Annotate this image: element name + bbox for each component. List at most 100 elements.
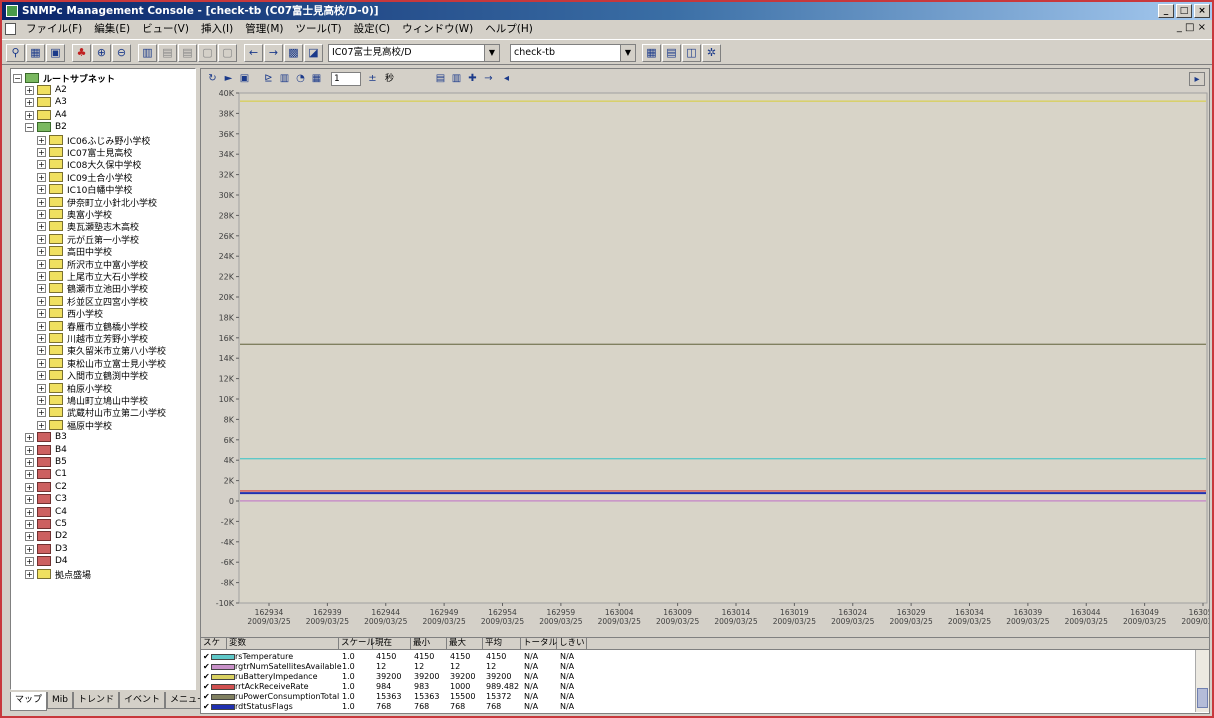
expand-icon[interactable]: + xyxy=(25,469,34,479)
tree-item[interactable]: + 西小学校 xyxy=(37,307,103,320)
column-header[interactable]: 変数 xyxy=(227,638,339,650)
expand-icon[interactable]: + xyxy=(25,97,34,107)
table-row[interactable]: ✔ ruBatteryImpedance 1.0 39200 39200 39200 392… xyxy=(201,672,1191,682)
map2-icon[interactable]: ◪ xyxy=(304,44,323,62)
row-checkbox[interactable]: ✔ xyxy=(203,682,210,692)
tree-item[interactable]: + 柏原小学校 xyxy=(37,382,112,395)
device-select[interactable]: IC07富士見高校/D ▼ xyxy=(328,44,500,62)
tree-item[interactable]: + D3 xyxy=(25,543,68,555)
expand-icon[interactable]: + xyxy=(37,246,46,256)
column-header[interactable]: しきい xyxy=(557,638,587,650)
tab-mib[interactable]: Mib xyxy=(47,692,73,709)
column-header[interactable]: 最小 xyxy=(411,638,447,650)
tree-item[interactable]: + B3 xyxy=(25,431,67,443)
play-icon[interactable]: ► xyxy=(221,72,236,86)
close-button[interactable]: × xyxy=(1194,4,1210,18)
tree-item[interactable]: + 杉並区立四宮小学校 xyxy=(37,295,148,308)
tree-item[interactable]: + IC09土合小学校 xyxy=(37,171,132,184)
expand-icon[interactable]: + xyxy=(37,234,46,244)
tree-item[interactable]: + 東松山市立富士見小学校 xyxy=(37,357,166,370)
tree-item[interactable]: + B4 xyxy=(25,444,67,456)
table-row[interactable]: ✔ ruPowerConsumptionTotal 1.0 15363 15363 155… xyxy=(201,692,1191,702)
column-header[interactable]: 平均 xyxy=(483,638,521,650)
save-icon[interactable]: ▣ xyxy=(237,72,252,86)
tree-item[interactable]: + IC10白幡中学校 xyxy=(37,183,132,196)
tab-trend[interactable]: トレンド xyxy=(73,692,120,709)
expand-icon[interactable]: + xyxy=(25,445,34,455)
interval-input[interactable]: 1 xyxy=(331,72,361,86)
expand-icon[interactable]: + xyxy=(37,184,46,194)
tree-item[interactable]: + C4 xyxy=(25,506,67,518)
table-row[interactable]: ✔ rdtStatusFlags 1.0 768 768 768 768 N/A N/A xyxy=(201,702,1191,712)
tab-event[interactable]: イベント xyxy=(119,692,166,709)
column-header[interactable]: スケール xyxy=(339,638,375,650)
expand-icon[interactable]: + xyxy=(37,345,46,355)
expand-icon[interactable]: + xyxy=(25,482,34,492)
collapse-icon[interactable]: − xyxy=(13,73,22,83)
back-icon[interactable]: ← xyxy=(244,44,263,62)
expand-icon[interactable]: + xyxy=(37,209,46,219)
tree-item[interactable]: + B5 xyxy=(25,456,67,468)
expand-icon[interactable]: + xyxy=(37,159,46,169)
tree-item[interactable]: + 川越市立芳野小学校 xyxy=(37,332,148,345)
expand-icon[interactable]: + xyxy=(25,457,34,467)
expand-icon[interactable]: + xyxy=(25,544,34,554)
column-header[interactable]: 最大 xyxy=(447,638,483,650)
binoculars-icon[interactable]: ⚲ xyxy=(6,44,25,62)
tree-item[interactable]: + A3 xyxy=(25,96,67,108)
tree-item[interactable]: + 奥瓦瀬塾志木高校 xyxy=(37,220,139,233)
zoom-icon[interactable]: ⊕ xyxy=(92,44,111,62)
doc-icon[interactable]: ▤ xyxy=(158,44,177,62)
tree-item[interactable]: + D4 xyxy=(25,555,68,567)
expand-icon[interactable]: + xyxy=(37,147,46,157)
expand-icon[interactable]: + xyxy=(37,283,46,293)
expand-icon[interactable]: + xyxy=(37,221,46,231)
child-window-controls[interactable]: _ □ × xyxy=(1177,22,1206,33)
nav1-icon[interactable]: ▤ xyxy=(433,72,448,86)
column-header[interactable]: スケ xyxy=(201,638,227,650)
tree-item[interactable]: + 鶴瀬市立池田小学校 xyxy=(37,282,148,295)
tree-item[interactable]: + A4 xyxy=(25,109,67,121)
lock-icon[interactable]: ▣ xyxy=(46,44,65,62)
scroll-right-icon[interactable]: ▸ xyxy=(1189,72,1205,86)
tree-item[interactable]: + IC06ふじみ野小学校 xyxy=(37,134,150,147)
expand-icon[interactable]: + xyxy=(37,333,46,343)
grid-icon[interactable]: ▥ xyxy=(138,44,157,62)
map-tree-pane[interactable]: − ルートサブネット + A2 + A3 + A4 − B2 + IC06ふじみ野小学校 + IC07… xyxy=(10,68,196,690)
expand-icon[interactable]: + xyxy=(37,321,46,331)
row-checkbox[interactable]: ✔ xyxy=(203,692,210,702)
line-icon[interactable]: ⊵ xyxy=(261,72,276,86)
expand-icon[interactable]: + xyxy=(25,569,34,579)
tree-item[interactable]: + D2 xyxy=(25,530,68,542)
expand-icon[interactable]: + xyxy=(37,420,46,430)
expand-icon[interactable]: + xyxy=(37,172,46,182)
expand-icon[interactable]: + xyxy=(37,358,46,368)
pie-icon[interactable]: ◔ xyxy=(293,72,308,86)
alarm-icon[interactable]: ♣ xyxy=(72,44,91,62)
tree-item[interactable]: + 高田中学校 xyxy=(37,245,112,258)
menu-window[interactable]: ウィンドウ(W) xyxy=(396,20,479,38)
chevron-down-icon[interactable]: ▼ xyxy=(620,45,635,61)
table-icon[interactable]: ▦ xyxy=(309,72,324,86)
collapse-icon[interactable]: − xyxy=(25,122,34,132)
map-icon[interactable]: ▦ xyxy=(26,44,45,62)
refresh-icon[interactable]: ↻ xyxy=(205,72,220,86)
expand-icon[interactable]: + xyxy=(25,110,34,120)
table-row[interactable]: ✔ rgtrNumSatellitesAvailable 1.0 12 12 12 12 N/… xyxy=(201,662,1191,672)
tree-item[interactable]: + 入間市立鶴渕中学校 xyxy=(37,369,148,382)
expand-icon[interactable]: + xyxy=(37,407,46,417)
tree-item[interactable]: + 鳩山町立鳩山中学校 xyxy=(37,394,148,407)
row-checkbox[interactable]: ✔ xyxy=(203,672,210,682)
page2-icon[interactable]: ▢ xyxy=(218,44,237,62)
settings-icon[interactable]: ✲ xyxy=(702,44,721,62)
mib-select[interactable]: check-tb ▼ xyxy=(510,44,636,62)
bar-icon[interactable]: ▥ xyxy=(277,72,292,86)
tree-item[interactable]: + 福原中学校 xyxy=(37,419,112,432)
nav5-icon[interactable]: ◂ xyxy=(499,72,514,86)
nav2-icon[interactable]: ▥ xyxy=(449,72,464,86)
doc2-icon[interactable]: ▤ xyxy=(178,44,197,62)
menu-file[interactable]: ファイル(F) xyxy=(20,20,88,38)
tree-item[interactable]: + 東久留米市立第八小学校 xyxy=(37,344,166,357)
menu-settings[interactable]: 設定(C) xyxy=(348,20,397,38)
tree-item[interactable]: + A2 xyxy=(25,84,67,96)
